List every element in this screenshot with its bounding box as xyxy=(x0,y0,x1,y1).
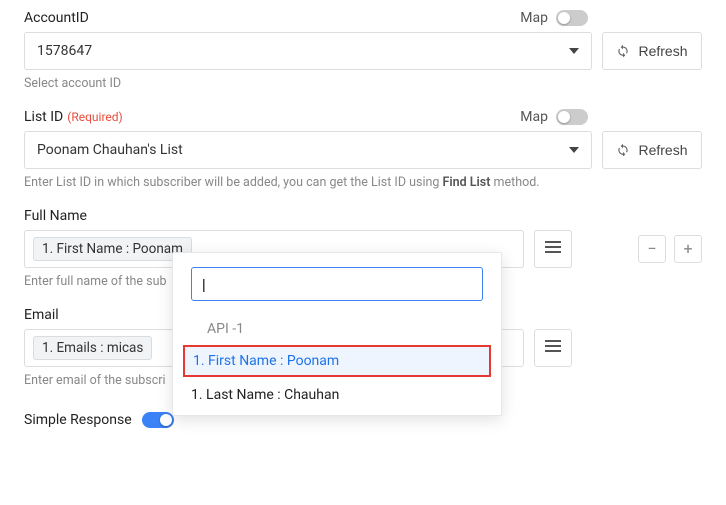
hamburger-icon xyxy=(545,240,561,258)
list-helper-prefix: Enter List ID in which subscriber will b… xyxy=(24,175,443,190)
list-select[interactable]: Poonam Chauhan's List xyxy=(24,131,592,169)
fullname-field-group: Full Name 1. First Name : Poonam − + Ent… xyxy=(24,208,702,289)
list-map-toggle[interactable] xyxy=(556,109,588,125)
simple-response-toggle[interactable] xyxy=(142,412,174,428)
list-label: List ID xyxy=(24,109,63,125)
simple-response-label: Simple Response xyxy=(24,412,132,428)
list-map-area: Map xyxy=(520,109,588,125)
list-input-row: Poonam Chauhan's List Refresh xyxy=(24,131,702,169)
account-label-row: AccountID Map xyxy=(24,10,702,26)
email-label: Email xyxy=(24,307,59,323)
account-label: AccountID xyxy=(24,10,89,26)
caret-down-icon xyxy=(569,147,579,153)
account-map-label: Map xyxy=(520,10,548,26)
account-input-row: 1578647 Refresh xyxy=(24,32,702,70)
list-required-tag: (Required) xyxy=(67,110,122,124)
list-label-row: List ID (Required) Map xyxy=(24,109,702,125)
fullname-chip[interactable]: 1. First Name : Poonam xyxy=(33,237,192,261)
refresh-icon xyxy=(616,142,630,159)
fullname-label: Full Name xyxy=(24,208,87,224)
popup-option-firstname[interactable]: 1. First Name : Poonam xyxy=(183,345,491,377)
list-select-value: Poonam Chauhan's List xyxy=(37,142,183,158)
popup-group-label: API -1 xyxy=(173,311,501,343)
account-select[interactable]: 1578647 xyxy=(24,32,592,70)
account-select-value: 1578647 xyxy=(37,43,92,59)
account-refresh-button[interactable]: Refresh xyxy=(602,32,702,70)
list-helper-bold: Find List xyxy=(443,175,491,190)
list-refresh-label: Refresh xyxy=(638,142,687,158)
account-field-group: AccountID Map 1578647 Refresh Select acc… xyxy=(24,10,702,91)
fullname-label-row: Full Name xyxy=(24,208,702,224)
list-helper: Enter List ID in which subscriber will b… xyxy=(24,175,702,190)
email-menu-button[interactable] xyxy=(534,329,572,367)
account-refresh-label: Refresh xyxy=(638,43,687,59)
account-helper: Select account ID xyxy=(24,76,702,91)
refresh-icon xyxy=(616,43,630,60)
email-chip[interactable]: 1. Emails : micas xyxy=(33,336,152,360)
hamburger-icon xyxy=(545,339,561,357)
account-map-toggle[interactable] xyxy=(556,10,588,26)
list-helper-suffix: method. xyxy=(490,175,539,190)
list-field-group: List ID (Required) Map Poonam Chauhan's … xyxy=(24,109,702,190)
variable-picker-popup: API -1 1. First Name : Poonam 1. Last Na… xyxy=(172,252,502,416)
popup-search-input[interactable] xyxy=(191,267,483,301)
add-button[interactable]: + xyxy=(674,235,702,263)
popup-search-wrap xyxy=(173,253,501,311)
remove-button[interactable]: − xyxy=(638,235,666,263)
account-map-area: Map xyxy=(520,10,588,26)
list-map-label: Map xyxy=(520,109,548,125)
fullname-right-controls: − + xyxy=(638,235,702,263)
caret-down-icon xyxy=(569,48,579,54)
fullname-menu-button[interactable] xyxy=(534,230,572,268)
list-refresh-button[interactable]: Refresh xyxy=(602,131,702,169)
popup-option-lastname[interactable]: 1. Last Name : Chauhan xyxy=(173,379,501,411)
